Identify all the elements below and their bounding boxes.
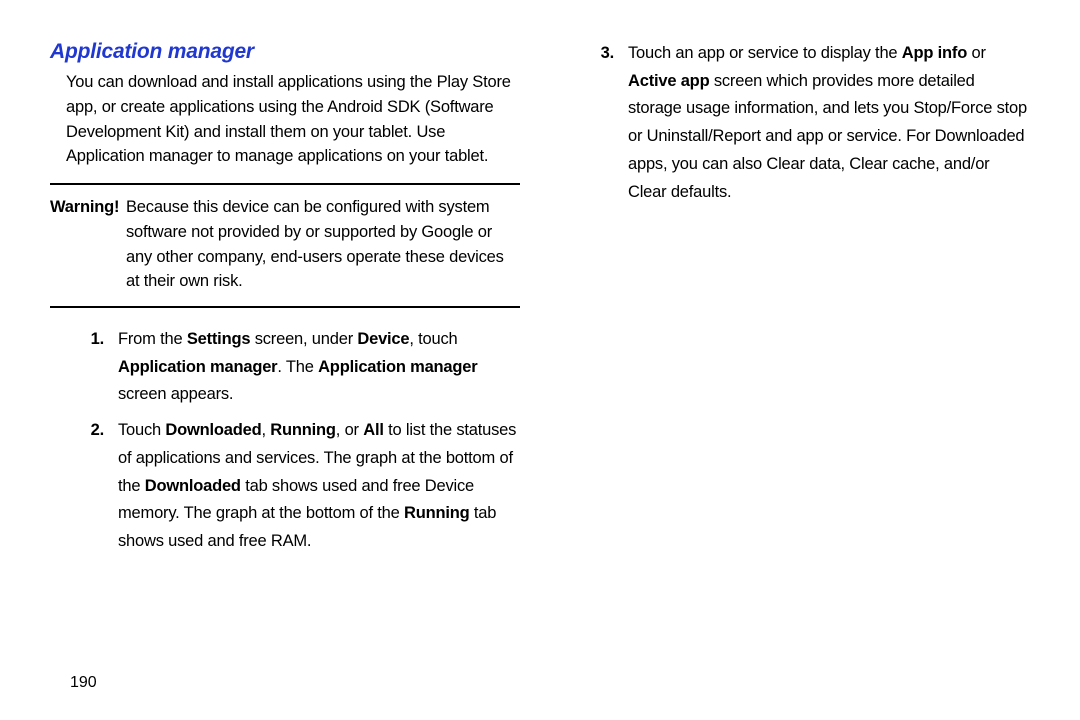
step-body: From the Settings screen, under Device, … — [118, 326, 520, 409]
text: , or — [336, 421, 363, 439]
text: screen appears. — [118, 385, 233, 403]
text: Touch — [118, 421, 165, 439]
text: Touch an app or service to display the — [628, 44, 902, 62]
steps-list-right: 3. Touch an app or service to display th… — [560, 40, 1030, 206]
bold-text: Downloaded — [165, 421, 261, 439]
text: . The — [277, 358, 318, 376]
warning-row: Warning! Because this device can be conf… — [50, 195, 520, 294]
bold-text: Settings — [187, 330, 251, 348]
steps-list-left: 1. From the Settings screen, under Devic… — [50, 326, 520, 556]
bold-text: Running — [404, 504, 470, 522]
step-body: Touch an app or service to display the A… — [628, 40, 1030, 206]
step-2: 2. Touch Downloaded, Running, or All to … — [50, 417, 520, 556]
bold-text: Application manager — [318, 358, 477, 376]
warning-label: Warning! — [50, 195, 126, 294]
step-body: Touch Downloaded, Running, or All to lis… — [118, 417, 520, 556]
text: From the — [118, 330, 187, 348]
step-number: 3. — [560, 40, 628, 206]
step-number: 1. — [50, 326, 118, 409]
two-column-layout: Application manager You can download and… — [50, 40, 1030, 564]
warning-block: Warning! Because this device can be conf… — [50, 183, 520, 308]
intro-paragraph: You can download and install application… — [66, 70, 520, 169]
step-number: 2. — [50, 417, 118, 556]
warning-text: Because this device can be configured wi… — [126, 195, 520, 294]
bold-text: Running — [270, 421, 336, 439]
bold-text: Active app — [628, 72, 709, 90]
left-column: Application manager You can download and… — [50, 40, 520, 564]
text: , — [262, 421, 271, 439]
bold-text: All — [363, 421, 383, 439]
text: screen which provides more detailed stor… — [628, 72, 1027, 201]
step-3: 3. Touch an app or service to display th… — [560, 40, 1030, 206]
bold-text: Application manager — [118, 358, 277, 376]
bold-text: Device — [357, 330, 409, 348]
manual-page: Application manager You can download and… — [0, 0, 1080, 720]
section-heading: Application manager — [50, 40, 520, 64]
bold-text: Downloaded — [145, 477, 241, 495]
step-1: 1. From the Settings screen, under Devic… — [50, 326, 520, 409]
right-column: 3. Touch an app or service to display th… — [560, 40, 1030, 564]
bold-text: App info — [902, 44, 967, 62]
text: screen, under — [250, 330, 357, 348]
text: or — [967, 44, 986, 62]
text: , touch — [409, 330, 457, 348]
page-number: 190 — [70, 674, 97, 692]
